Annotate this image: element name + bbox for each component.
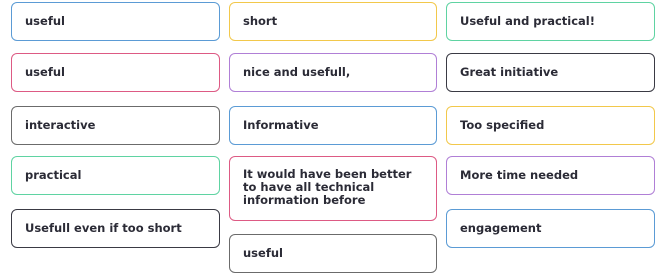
feedback-card[interactable]: useful [229,234,437,273]
feedback-card[interactable]: useful [11,2,220,41]
feedback-card-text: interactive [25,118,96,132]
feedback-card-text: Useful and practical! [460,14,595,28]
feedback-card[interactable]: It would have been better to have all te… [229,156,437,221]
feedback-card[interactable]: Useful and practical! [446,2,655,41]
feedback-card-text: useful [25,65,65,79]
feedback-card-text: short [243,14,278,28]
feedback-card[interactable]: interactive [11,106,220,145]
feedback-card-text: More time needed [460,168,579,182]
feedback-card-text: Too specified [460,118,545,132]
feedback-card[interactable]: nice and usefull, [229,53,437,92]
feedback-card-text: Great initiative [460,65,559,79]
feedback-card[interactable]: useful [11,53,220,92]
feedback-card-text: useful [243,246,283,260]
feedback-card[interactable]: Informative [229,106,437,145]
feedback-card[interactable]: short [229,2,437,41]
feedback-board: useful useful interactive practical Usef… [0,0,657,273]
feedback-card-text: useful [25,14,65,28]
feedback-card[interactable]: Too specified [446,106,655,145]
feedback-card-text: Usefull even if too short [25,221,182,235]
feedback-card[interactable]: Usefull even if too short [11,209,220,248]
feedback-card-text: Informative [243,118,319,132]
feedback-card[interactable]: practical [11,156,220,195]
feedback-card[interactable]: engagement [446,209,655,248]
feedback-card-text: nice and usefull, [243,65,351,79]
feedback-card-text: practical [25,168,82,182]
feedback-card-text: It would have been better to have all te… [243,167,412,207]
feedback-card[interactable]: Great initiative [446,53,655,92]
feedback-card[interactable]: More time needed [446,156,655,195]
feedback-card-text: engagement [460,221,542,235]
